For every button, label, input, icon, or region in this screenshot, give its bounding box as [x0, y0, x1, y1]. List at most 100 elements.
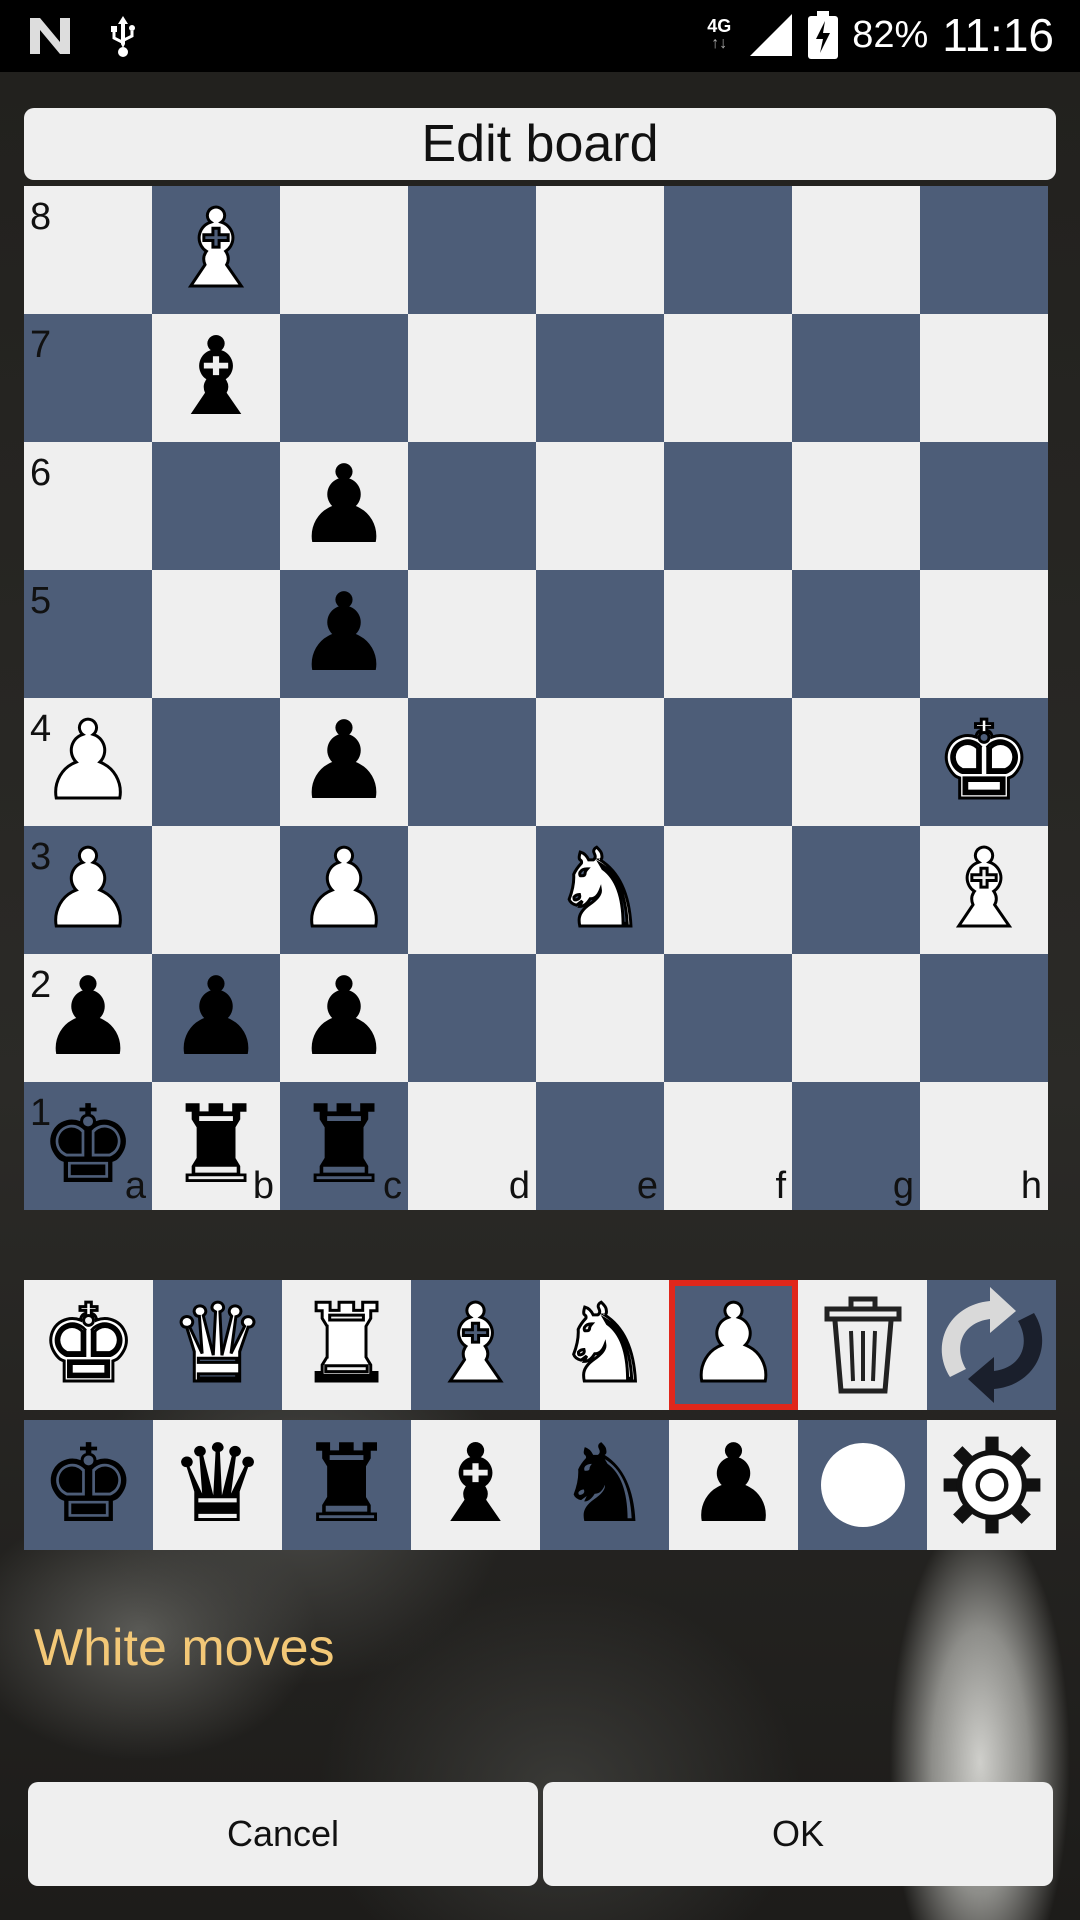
white-bishop-icon: ♝	[934, 827, 1034, 952]
square-g3[interactable]	[792, 826, 920, 954]
square-g2[interactable]	[792, 954, 920, 1082]
square-g6[interactable]	[792, 442, 920, 570]
palette-black-queen[interactable]: ♛	[153, 1420, 282, 1550]
clock: 11:16	[942, 9, 1054, 61]
square-b8[interactable]: ♝	[152, 186, 280, 314]
square-d2[interactable]	[408, 954, 536, 1082]
square-a4[interactable]: ♟ 4	[24, 698, 152, 826]
palette-side-to-move[interactable]	[798, 1420, 927, 1550]
square-d8[interactable]	[408, 186, 536, 314]
square-a5[interactable]: 5	[24, 570, 152, 698]
square-d5[interactable]	[408, 570, 536, 698]
square-b1[interactable]: ♜ b	[152, 1082, 280, 1210]
palette-trash[interactable]	[798, 1280, 927, 1410]
chess-board[interactable]: 8 ♝ 7 ♝ 6 ♟ 5 ♟ ♟ 4 ♟ ♚ ♟ 3 ♟ ♞ ♝ ♟ 2 ♟ ♟ ♚ 1 a ♜ b ♜ c d e f g h	[24, 186, 1048, 1210]
palette-white-king[interactable]: ♚	[24, 1280, 153, 1410]
square-b5[interactable]	[152, 570, 280, 698]
square-c8[interactable]	[280, 186, 408, 314]
square-h1[interactable]: h	[920, 1082, 1048, 1210]
square-h5[interactable]	[920, 570, 1048, 698]
file-label: c	[383, 1165, 402, 1207]
palette-white-pawn[interactable]: ♟	[669, 1280, 798, 1410]
black-bishop-icon: ♝	[427, 1422, 524, 1547]
square-h3[interactable]: ♝	[920, 826, 1048, 954]
square-e8[interactable]	[536, 186, 664, 314]
palette-black-pawn[interactable]: ♟	[669, 1420, 798, 1550]
square-h7[interactable]	[920, 314, 1048, 442]
battery-percent: 82%	[852, 13, 929, 56]
white-pawn-icon: ♟	[684, 1282, 784, 1407]
square-f1[interactable]: f	[664, 1082, 792, 1210]
black-king-icon: ♚	[40, 1422, 137, 1547]
white-king-icon: ♚	[39, 1282, 139, 1407]
palette-black-king[interactable]: ♚	[24, 1420, 153, 1550]
file-label: e	[636, 1165, 658, 1207]
square-a6[interactable]: 6	[24, 442, 152, 570]
square-e3[interactable]: ♞	[536, 826, 664, 954]
square-e1[interactable]: e	[536, 1082, 664, 1210]
palette-black-bishop[interactable]: ♝	[411, 1420, 540, 1550]
square-a1[interactable]: ♚ 1 a	[24, 1082, 152, 1210]
square-a2[interactable]: ♟ 2	[24, 954, 152, 1082]
square-f6[interactable]	[664, 442, 792, 570]
square-b6[interactable]	[152, 442, 280, 570]
square-d6[interactable]	[408, 442, 536, 570]
square-d3[interactable]	[408, 826, 536, 954]
square-c4[interactable]: ♟	[280, 698, 408, 826]
square-c5[interactable]: ♟	[280, 570, 408, 698]
black-queen-icon: ♛	[169, 1422, 266, 1547]
square-e7[interactable]	[536, 314, 664, 442]
square-g4[interactable]	[792, 698, 920, 826]
square-h2[interactable]	[920, 954, 1048, 1082]
square-g7[interactable]	[792, 314, 920, 442]
square-a3[interactable]: ♟ 3	[24, 826, 152, 954]
square-h4[interactable]: ♚	[920, 698, 1048, 826]
square-b7[interactable]: ♝	[152, 314, 280, 442]
square-g8[interactable]	[792, 186, 920, 314]
square-e6[interactable]	[536, 442, 664, 570]
rank-label: 1	[30, 1092, 52, 1134]
square-e5[interactable]	[536, 570, 664, 698]
square-f7[interactable]	[664, 314, 792, 442]
square-c6[interactable]: ♟	[280, 442, 408, 570]
square-c1[interactable]: ♜ c	[280, 1082, 408, 1210]
ok-button[interactable]: OK	[543, 1782, 1053, 1886]
square-b4[interactable]	[152, 698, 280, 826]
white-rook-icon: ♜	[297, 1282, 397, 1407]
square-f8[interactable]	[664, 186, 792, 314]
palette-settings[interactable]	[927, 1420, 1056, 1550]
square-e2[interactable]	[536, 954, 664, 1082]
palette-white-queen[interactable]: ♛	[153, 1280, 282, 1410]
square-h6[interactable]	[920, 442, 1048, 570]
square-f4[interactable]	[664, 698, 792, 826]
square-a7[interactable]: 7	[24, 314, 152, 442]
square-b3[interactable]	[152, 826, 280, 954]
palette-black-rook[interactable]: ♜	[282, 1420, 411, 1550]
square-h8[interactable]	[920, 186, 1048, 314]
square-a8[interactable]: 8	[24, 186, 152, 314]
black-pawn-icon: ♟	[167, 955, 265, 1080]
palette-white-knight[interactable]: ♞	[540, 1280, 669, 1410]
square-f2[interactable]	[664, 954, 792, 1082]
square-c2[interactable]: ♟	[280, 954, 408, 1082]
square-b2[interactable]: ♟	[152, 954, 280, 1082]
cancel-button[interactable]: Cancel	[28, 1782, 538, 1886]
square-c3[interactable]: ♟	[280, 826, 408, 954]
square-f5[interactable]	[664, 570, 792, 698]
square-d7[interactable]	[408, 314, 536, 442]
square-g5[interactable]	[792, 570, 920, 698]
palette-flip-board[interactable]	[927, 1280, 1056, 1410]
signal-icon	[750, 14, 793, 56]
palette-black-knight[interactable]: ♞	[540, 1420, 669, 1550]
square-d1[interactable]: d	[408, 1082, 536, 1210]
rank-label: 2	[30, 964, 52, 1006]
black-rook-icon: ♜	[298, 1422, 395, 1547]
palette-white-bishop[interactable]: ♝	[411, 1280, 540, 1410]
square-f3[interactable]	[664, 826, 792, 954]
square-g1[interactable]: g	[792, 1082, 920, 1210]
palette-white-rook[interactable]: ♜	[282, 1280, 411, 1410]
square-d4[interactable]	[408, 698, 536, 826]
white-to-move-circle-icon	[820, 1443, 905, 1527]
square-c7[interactable]	[280, 314, 408, 442]
square-e4[interactable]	[536, 698, 664, 826]
